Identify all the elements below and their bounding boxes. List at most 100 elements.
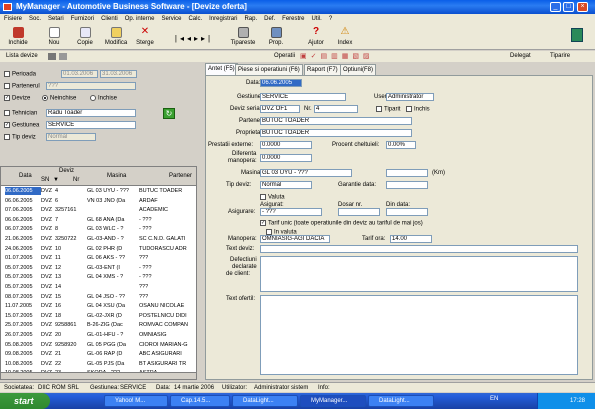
col-nr[interactable]: Nr <box>73 177 79 183</box>
tab-optiuni[interactable]: Optiuni(F8) <box>340 64 377 75</box>
menu-inregistrari[interactable]: Inregistrari <box>209 16 237 22</box>
proprietar-field[interactable]: BUTUC TOADER <box>260 129 412 137</box>
user-field[interactable]: Administrator <box>386 93 434 101</box>
inchide-button[interactable]: Inchide <box>6 27 30 46</box>
nr-field[interactable]: 4 <box>314 105 358 113</box>
menu-op-interne[interactable]: Op. interne <box>125 16 155 22</box>
nav-first-icon[interactable]: |◂ <box>175 34 187 43</box>
km-field[interactable] <box>386 169 428 177</box>
table-row[interactable]: 06.07.2005 DVZ 8 GL 03 WLC - ? - ??? <box>1 225 196 233</box>
table-row[interactable]: 11.07.2005 DVZ 16 GL 04 XSU (Da OSANU NICOLA… <box>1 302 196 310</box>
col-deviz[interactable]: Deviz <box>59 168 74 174</box>
menu-help[interactable]: ? <box>329 16 332 22</box>
prestatii-field[interactable]: 0.0000 <box>260 141 312 149</box>
table-row[interactable]: 15.07.2005 DVZ 18 GL-02-JXR (D POSTELNICU DI… <box>1 312 196 320</box>
horizontal-scrollbar[interactable] <box>1 372 196 379</box>
task-mymanager[interactable]: MyManager... <box>300 395 366 407</box>
defectiuni-textarea[interactable] <box>260 256 578 292</box>
table-row[interactable]: 24.06.2005 DVZ 10 GL 02 PHR (D TUDORASCU ADR <box>1 245 196 253</box>
menu-calc[interactable]: Calc. <box>188 16 202 22</box>
table-row[interactable]: 21.06.2005 DVZ 3250722 GL-03-AND - ? SC C.N.… <box>1 235 196 243</box>
table-row[interactable]: 10.08.2005 DVZ 22 GL-05 PJS (Da BT ASIGURARI… <box>1 360 196 368</box>
table-row[interactable]: 05.07.2005 DVZ 13 GL 04 XMS - ? - ??? <box>1 273 196 281</box>
book-icon[interactable] <box>571 28 583 42</box>
task-datalight-2[interactable]: DataLight... <box>368 395 434 407</box>
menu-rap[interactable]: Rap. <box>244 16 257 22</box>
navigation-arrows[interactable]: |◂◂▸▸| <box>164 34 224 43</box>
grid-icon[interactable] <box>48 53 56 60</box>
table-row[interactable]: 08.07.2005 DVZ 15 GL 04 JSO - ????? <box>1 293 196 301</box>
diferenta-field[interactable]: 0.0000 <box>260 154 312 162</box>
clock[interactable]: 17:28 <box>570 398 585 404</box>
minimize-button[interactable]: _ <box>550 2 561 12</box>
menu-clienti[interactable]: Clienti <box>101 16 118 22</box>
prop-button[interactable]: Prop. <box>264 27 288 46</box>
start-button[interactable]: start <box>0 393 50 409</box>
col-masina[interactable]: Masina <box>107 173 126 179</box>
menu-def[interactable]: Def. <box>264 16 275 22</box>
tab-raport[interactable]: Raport (F7) <box>304 64 341 75</box>
tehnician-checkbox[interactable]: Tehnician <box>4 110 37 117</box>
partenerul-checkbox[interactable]: Partenerul <box>4 83 40 90</box>
tarif-ora-field[interactable]: 14.00 <box>390 235 432 243</box>
tab-antet[interactable]: Antet (F5) <box>205 63 238 75</box>
garantie-field[interactable] <box>386 181 428 189</box>
manopera-field[interactable]: OMNIASIG-AGI DACIA <box>260 235 330 243</box>
task-cap[interactable]: Cap.14.5... <box>170 395 230 407</box>
col-partener[interactable]: Partener <box>169 173 192 179</box>
nav-prev-icon[interactable]: ◂ <box>187 34 194 43</box>
dosar-field[interactable] <box>338 208 380 216</box>
perioada-from-field[interactable]: 01.03.2006 <box>61 70 98 78</box>
table-row[interactable]: 05.07.2005 DVZ 12 GL-03-ENT (I - ??? <box>1 264 196 272</box>
nav-last-icon[interactable]: ▸| <box>201 34 213 43</box>
seria-field[interactable]: DVZ OF1 <box>260 105 300 113</box>
table-row[interactable]: 06.06.2005 DVZ 4 GL 03 UYU - ??? BUTUC TOADE… <box>1 187 196 195</box>
partenerul-field[interactable]: ??? <box>46 82 136 90</box>
table-row[interactable]: 05.07.2005 DVZ 14??? <box>1 283 196 291</box>
masina-field[interactable]: GL 03 UYU - ??? <box>260 169 352 177</box>
task-yahoo[interactable]: Yahoo! M... <box>104 395 168 407</box>
devize-checkbox[interactable]: ✓ Devize <box>4 95 30 102</box>
table-row[interactable]: 05.08.2005 DVZ 9258920 GL 05 PGG (Da CIOROI … <box>1 341 196 349</box>
menu-service[interactable]: Service <box>161 16 181 22</box>
filter-icon[interactable] <box>59 53 67 60</box>
tiparit-checkbox[interactable]: Tiparit <box>376 106 400 113</box>
copie-button[interactable]: Copie <box>74 27 96 46</box>
task-datalight-1[interactable]: DataLight... <box>232 395 298 407</box>
gestiunea-form-field[interactable]: SERVICE <box>260 93 346 101</box>
din-data-field[interactable] <box>386 208 428 216</box>
tip-deviz-checkbox[interactable]: Tip deviz <box>4 134 36 141</box>
text-deviz-field[interactable] <box>260 245 578 253</box>
tip-deviz-form-select[interactable]: Normal <box>260 181 312 189</box>
nou-button[interactable]: Nou <box>44 27 64 46</box>
tarif-unic-checkbox[interactable]: ✓ Tarif unic (toate operatiunile din devi… <box>260 220 423 227</box>
menu-ferestre[interactable]: Ferestre <box>282 16 304 22</box>
inchis-checkbox[interactable]: Inchis <box>406 106 430 113</box>
sterge-button[interactable]: ✕ Sterge <box>134 27 156 47</box>
nav-next-icon[interactable]: ▸ <box>194 34 201 43</box>
menu-util[interactable]: Util. <box>312 16 322 22</box>
partener-field[interactable]: BUTUC TOADER <box>260 117 412 125</box>
gestiunea-field[interactable]: SERVICE <box>46 121 136 129</box>
table-row[interactable]: 06.06.2005 DVZ 7 GL 68 ANA (Da - ??? <box>1 216 196 224</box>
tab-piese-operatiuni[interactable]: Piese si operatiuni (F6) <box>235 64 303 75</box>
table-row[interactable]: 01.07.2005 DVZ 11 GL 06 AKS - ????? <box>1 254 196 262</box>
inchise-radio[interactable]: Inchise <box>90 95 117 102</box>
table-row[interactable]: 26.07.2005 DVZ 20 GL-01-HFU - ? OMNIASIG <box>1 331 196 339</box>
ajutor-button[interactable]: ? Ajutor <box>304 27 328 47</box>
operatii-icons[interactable]: ▣✓▤▥▦▧▨ <box>300 52 400 61</box>
menu-furnizori[interactable]: Furnizori <box>71 16 94 22</box>
perioada-checkbox[interactable]: Perioada <box>4 71 36 78</box>
language-indicator[interactable]: EN <box>490 396 498 402</box>
col-data[interactable]: Data <box>19 173 32 179</box>
tip-deviz-select[interactable]: Normal <box>46 133 96 141</box>
table-row[interactable]: 09.08.2005 DVZ 21 GL-06 RAP (D ABC ASIGURARI <box>1 350 196 358</box>
asigurare-field[interactable]: - ??? <box>260 208 322 216</box>
procent-field[interactable]: 0.00% <box>386 141 416 149</box>
refresh-icon[interactable]: ↻ <box>163 108 175 119</box>
tiparire-label[interactable]: Tiparire <box>550 51 570 62</box>
col-sn[interactable]: SN <box>41 177 49 183</box>
text-ofertil-textarea[interactable] <box>260 295 578 375</box>
table-row[interactable]: 06.06.2005 DVZ 6 VN 03 JNO (Da ARDAF <box>1 197 196 205</box>
data-field[interactable]: 06.06.2005 <box>260 79 302 87</box>
